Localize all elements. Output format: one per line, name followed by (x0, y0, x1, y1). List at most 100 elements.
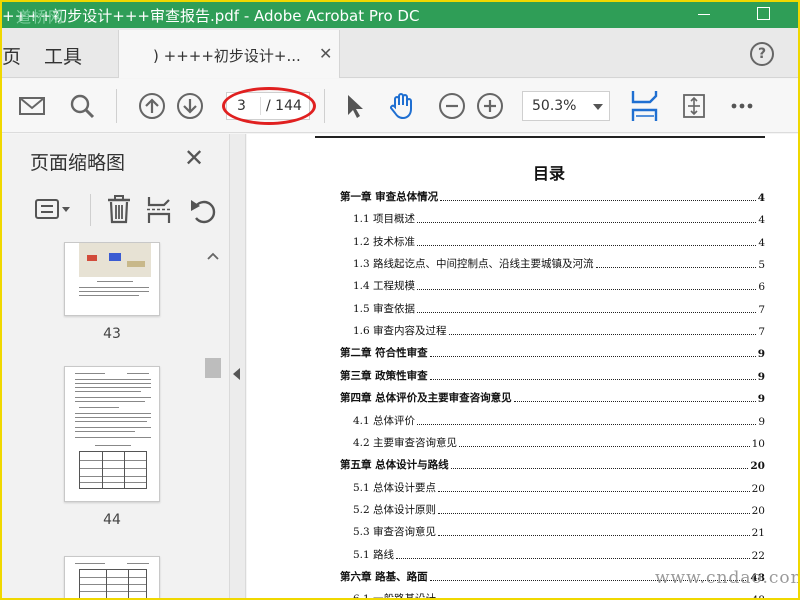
collapse-arrow-icon[interactable] (233, 368, 240, 380)
page-thumbnail[interactable] (64, 556, 160, 598)
toc-page-number: 10 (751, 438, 765, 450)
toc-entry-text: 1.2 技术标准 (353, 236, 416, 248)
more-icon[interactable] (728, 92, 756, 120)
toc-entry-text: 第六章 路基、路面 (340, 571, 428, 583)
toc-page-number: 4 (758, 237, 765, 249)
toc-entry-text: 5.1 路线 (353, 549, 395, 561)
annotation-highlight-oval (222, 87, 316, 125)
toc-entry-text: 第一章 审查总体情况 (340, 191, 439, 203)
toc-entry-text: 1.6 审查内容及过程 (353, 325, 447, 337)
chevron-down-icon[interactable] (593, 104, 603, 110)
toc-leader-dots (595, 267, 757, 268)
fit-page-icon[interactable] (630, 90, 660, 122)
acrobat-window: ++++初步设计+++审查报告.pdf - Adobe Acrobat Pro … (2, 2, 798, 598)
split-icon[interactable] (146, 196, 172, 224)
select-arrow-icon[interactable] (340, 92, 368, 120)
zoom-select[interactable]: 50.3% (522, 91, 610, 121)
toc-section-row[interactable]: 1.4 工程规模 6 (353, 277, 765, 293)
toc-section-row[interactable]: 1.2 技术标准 4 (353, 233, 765, 249)
close-pane-icon[interactable]: ✕ (184, 144, 204, 172)
thumbnail-page-number: 44 (103, 512, 121, 528)
thumbnail-list[interactable]: 43 44 (2, 242, 230, 598)
toc-page-number: 9 (757, 371, 765, 383)
toc-chapter-row[interactable]: 第三章 政策性审查 9 (340, 367, 765, 383)
toc-page-number: 22 (751, 550, 765, 562)
pane-collapse-handle[interactable] (230, 134, 246, 598)
delete-icon[interactable] (106, 194, 132, 224)
maximize-button[interactable] (757, 7, 770, 20)
toc-section-row[interactable]: 1.3 路线起讫点、中间控制点、沿线主要城镇及河流 5 (353, 255, 765, 271)
toc-page-number: 20 (751, 483, 765, 495)
help-icon[interactable]: ? (750, 42, 774, 66)
toolbar-divider (324, 89, 325, 123)
scrollbar-thumb[interactable] (205, 358, 221, 378)
toc-page-number: 7 (758, 304, 765, 316)
toc-entry-text: 6.1 一般路基设计 (353, 591, 436, 598)
search-icon[interactable] (68, 92, 96, 120)
logo-watermark: 道桥网 (16, 8, 65, 26)
site-watermark: www.cndao.com (655, 568, 798, 588)
toc-entry-text: 第三章 政策性审查 (340, 370, 428, 382)
toc-chapter-row[interactable]: 第五章 总体设计与路线 20 (340, 456, 765, 472)
toc-leader-dots (438, 491, 750, 492)
toc-section-row[interactable]: 5.2 总体设计原则 20 (353, 501, 765, 517)
toc-page-number: 20 (750, 460, 765, 472)
document-viewport[interactable]: 目录 第一章 审查总体情况 4 1.1 项目概述 4 1.2 技术标准 4 1.3 路线起讫… (247, 134, 798, 598)
document-tab-label: ) ++++初步设计+... (153, 47, 301, 65)
toc-leader-dots (417, 312, 757, 313)
page-thumbnail[interactable] (64, 366, 160, 502)
toc-leader-dots (440, 200, 756, 201)
chevron-up-icon[interactable] (207, 252, 219, 260)
toc-page-number: 4 (758, 214, 765, 226)
toc-section-row[interactable]: 6.1 一般路基设计 48 (353, 590, 765, 598)
page-up-icon[interactable] (138, 92, 166, 120)
scroll-mode-icon[interactable] (680, 92, 708, 120)
pane-scrollbar[interactable] (202, 246, 224, 598)
thumbnail-page-number: 43 (103, 326, 121, 342)
toc-section-row[interactable]: 5.1 路线 22 (353, 546, 765, 562)
toc-leader-dots (417, 424, 757, 425)
zoom-value: 50.3% (532, 98, 577, 114)
toc-section-row[interactable]: 5.3 审查咨询意见 21 (353, 523, 765, 539)
toolbar-divider (116, 89, 117, 123)
toc-page-number: 9 (757, 348, 765, 360)
rotate-icon[interactable] (188, 196, 218, 224)
toc-leader-dots (450, 468, 749, 469)
tab-document[interactable]: ) ++++初步设计+... ✕ (118, 30, 340, 78)
toc-entry-text: 第二章 符合性审查 (340, 347, 428, 359)
toc-leader-dots (417, 245, 757, 246)
toc-chapter-row[interactable]: 第二章 符合性审查 9 (340, 344, 765, 360)
toc-section-row[interactable]: 1.5 审查依据 7 (353, 300, 765, 316)
tab-tools[interactable]: 工具 (44, 42, 82, 69)
mail-icon[interactable] (18, 92, 46, 120)
toc-page-number: 48 (752, 594, 765, 598)
toc-entry-text: 4.1 总体评价 (353, 415, 416, 427)
toc-leader-dots (438, 535, 750, 536)
minimize-button[interactable] (696, 6, 712, 22)
close-tab-icon[interactable]: ✕ (319, 44, 332, 63)
zoom-out-icon[interactable] (438, 92, 466, 120)
toc-leader-dots (459, 446, 750, 447)
page-thumbnail[interactable] (64, 242, 160, 316)
toc-page-number: 7 (758, 326, 765, 338)
toc-entry-text: 5.3 审查咨询意见 (353, 526, 437, 538)
hand-icon[interactable] (388, 92, 416, 120)
toc-chapter-row[interactable]: 第一章 审查总体情况 4 (340, 188, 765, 204)
tab-bar: 页 工具 ) ++++初步设计+... ✕ ? (2, 28, 798, 78)
tab-home[interactable]: 页 (2, 42, 21, 69)
toc-section-row[interactable]: 4.2 主要审查咨询意见 10 (353, 434, 765, 450)
options-menu-icon[interactable] (34, 196, 74, 224)
toc-entry-text: 第五章 总体设计与路线 (340, 459, 449, 471)
zoom-in-icon[interactable] (476, 92, 504, 120)
toc-page-number: 5 (758, 259, 765, 271)
toc-title: 目录 (533, 164, 566, 183)
toc-section-row[interactable]: 4.1 总体评价 9 (353, 412, 765, 428)
toc-leader-dots (513, 401, 756, 402)
toc-section-row[interactable]: 5.1 总体设计要点 20 (353, 479, 765, 495)
page-down-icon[interactable] (176, 92, 204, 120)
toc-page-number: 9 (758, 416, 765, 428)
toc-chapter-row[interactable]: 第四章 总体评价及主要审查咨询意见 9 (340, 389, 765, 405)
toc-section-row[interactable]: 1.6 审查内容及过程 7 (353, 322, 765, 338)
toc-entry-text: 5.1 总体设计要点 (353, 482, 437, 494)
toc-section-row[interactable]: 1.1 项目概述 4 (353, 210, 765, 226)
